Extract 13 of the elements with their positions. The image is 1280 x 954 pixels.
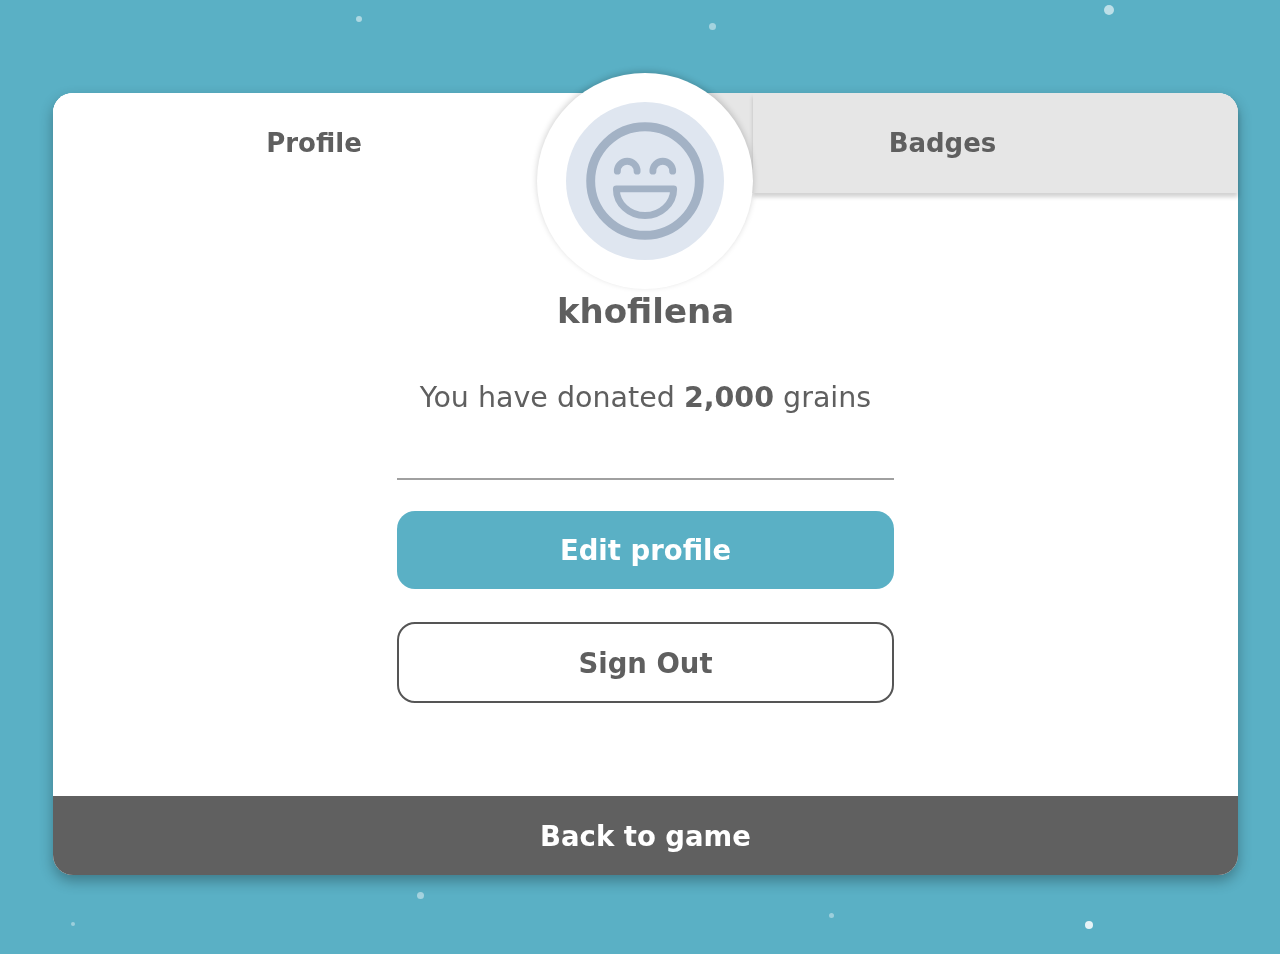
snow-dot-icon bbox=[417, 892, 424, 899]
sign-out-button[interactable]: Sign Out bbox=[397, 622, 894, 703]
tab[interactable]: Badges bbox=[753, 93, 1238, 193]
snow-dot-icon bbox=[356, 16, 362, 22]
snow-dot-icon bbox=[1085, 921, 1093, 929]
snow-dot-icon bbox=[709, 23, 716, 30]
snow-dot-icon bbox=[71, 922, 75, 926]
snow-dot-icon bbox=[1104, 5, 1114, 15]
username: khofilena bbox=[556, 290, 735, 333]
snow-dot-icon bbox=[829, 913, 834, 918]
back-to-game-button[interactable]: Back to game bbox=[53, 796, 1238, 875]
donation-text: You have donated 2,000 grains bbox=[419, 380, 872, 416]
smiley-avatar-icon bbox=[566, 102, 724, 260]
